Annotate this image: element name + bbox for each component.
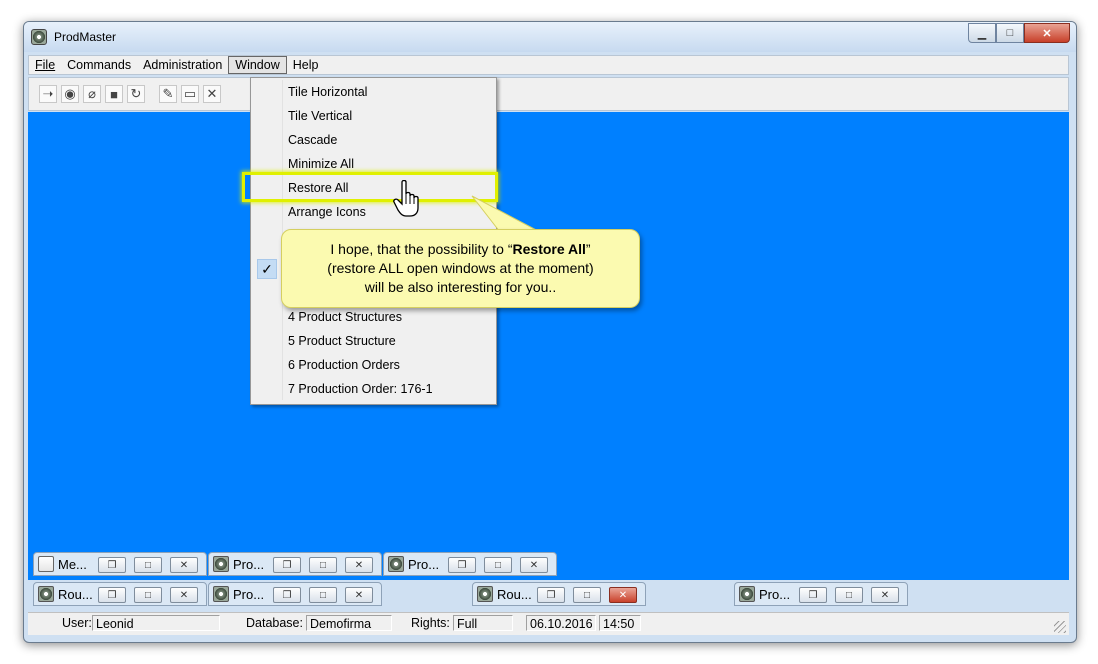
minimized-window-title: Pro...	[408, 557, 440, 572]
menu-item-arrange-icons[interactable]: Arrange Icons	[288, 205, 366, 219]
menu-item-cascade[interactable]: Cascade	[288, 133, 337, 147]
maximize-button[interactable]: □	[134, 557, 162, 573]
maximize-button[interactable]: □	[996, 23, 1024, 43]
close-button[interactable]: ✕	[170, 557, 198, 573]
caption-buttons: ▁ □ ✕	[968, 23, 1070, 43]
status-bar: User: Leonid Database: Demofirma Rights:…	[28, 612, 1069, 635]
menu-item-tile-vertical[interactable]: Tile Vertical	[288, 109, 352, 123]
maximize-button[interactable]: □	[309, 557, 337, 573]
close-button[interactable]: ✕	[1024, 23, 1070, 43]
status-date: 06.10.2016	[526, 615, 596, 631]
status-time: 14:50	[599, 615, 641, 631]
binoculars-icon[interactable]: ◉	[61, 85, 79, 103]
menu-help[interactable]: Help	[287, 56, 325, 74]
restore-button[interactable]: ❐	[98, 587, 126, 603]
menu-item-minimize-all[interactable]: Minimize All	[288, 157, 354, 171]
maximize-button[interactable]: □	[573, 587, 601, 603]
gear-app-icon[interactable]	[31, 29, 47, 45]
mdi-desktop	[28, 112, 1069, 580]
toolbar: ➝ ◉ ⌀ ■ ↻ ✎ ▭ ✕	[28, 77, 1069, 111]
gear-app-icon	[213, 586, 229, 602]
database-value: Demofirma	[306, 615, 392, 631]
user-value: Leonid	[92, 615, 220, 631]
maximize-button[interactable]: □	[309, 587, 337, 603]
gear-app-icon	[38, 586, 54, 602]
gear-app-icon	[739, 586, 755, 602]
restore-button[interactable]: ❐	[799, 587, 827, 603]
close-button[interactable]: ✕	[871, 587, 899, 603]
callout-line3: will be also interesting for you..	[364, 279, 557, 295]
resize-grip[interactable]	[1054, 621, 1066, 633]
minimized-window-pro-3[interactable]: Pro... ❐ □ ✕	[208, 582, 382, 606]
arrow-icon[interactable]: ➝	[39, 85, 57, 103]
window-title: ProdMaster	[54, 30, 117, 44]
minimized-window-me[interactable]: Me... ❐ □ ✕	[33, 552, 207, 576]
minimize-button[interactable]: ▁	[968, 23, 996, 43]
minimized-window-title: Me...	[58, 557, 87, 572]
minimized-window-pro-4[interactable]: Pro... ❐ □ ✕	[734, 582, 908, 606]
eraser-icon[interactable]: ⌀	[83, 85, 101, 103]
new-folder-icon[interactable]: ✎	[159, 85, 177, 103]
window-icon[interactable]: ▭	[181, 85, 199, 103]
minimized-window-title: Pro...	[233, 587, 265, 602]
menu-file[interactable]: File	[29, 56, 61, 74]
menu-item-window-7[interactable]: 7 Production Order: 176-1	[288, 382, 433, 396]
restore-button[interactable]: ❐	[448, 557, 476, 573]
menu-item-window-6[interactable]: 6 Production Orders	[288, 358, 400, 372]
gear-app-icon	[477, 586, 493, 602]
close-button[interactable]: ✕	[609, 587, 637, 603]
close-button[interactable]: ✕	[520, 557, 548, 573]
gear-app-icon	[213, 556, 229, 572]
menu-item-window-5[interactable]: 5 Product Structure	[288, 334, 396, 348]
title-bar[interactable]: ProdMaster ▁ □ ✕	[24, 22, 1076, 52]
restore-button[interactable]: ❐	[98, 557, 126, 573]
callout-line1-post: ”	[585, 241, 591, 257]
database-label: Database:	[246, 616, 303, 630]
menu-administration[interactable]: Administration	[137, 56, 228, 74]
menu-window[interactable]: Window	[228, 56, 287, 74]
stop-icon[interactable]: ■	[105, 85, 123, 103]
tooltip-callout: I hope, that the possibility to “Restore…	[281, 229, 640, 308]
menu-commands[interactable]: Commands	[61, 56, 137, 74]
gear-app-icon	[388, 556, 404, 572]
document-icon	[38, 556, 54, 572]
minimized-window-title: Pro...	[233, 557, 265, 572]
restore-button[interactable]: ❐	[273, 557, 301, 573]
minimized-window-title: Rou...	[58, 587, 93, 602]
menu-item-window-4[interactable]: 4 Product Structures	[288, 310, 402, 324]
rights-value: Full	[453, 615, 513, 631]
maximize-button[interactable]: □	[134, 587, 162, 603]
minimized-window-pro-1[interactable]: Pro... ❐ □ ✕	[208, 552, 382, 576]
maximize-button[interactable]: □	[484, 557, 512, 573]
callout-text: I hope, that the possibility to “Restore…	[282, 240, 639, 297]
menu-item-tile-horizontal[interactable]: Tile Horizontal	[288, 85, 367, 99]
rights-label: Rights:	[411, 616, 450, 630]
restore-button[interactable]: ❐	[537, 587, 565, 603]
refresh-icon[interactable]: ↻	[127, 85, 145, 103]
minimized-window-title: Rou...	[497, 587, 532, 602]
callout-line2: (restore ALL open windows at the moment)	[327, 260, 594, 276]
maximize-button[interactable]: □	[835, 587, 863, 603]
close-button[interactable]: ✕	[170, 587, 198, 603]
close-button[interactable]: ✕	[345, 557, 373, 573]
minimized-window-title: Pro...	[759, 587, 791, 602]
checkmark-icon: ✓	[257, 259, 277, 279]
minimized-window-rou-2[interactable]: Rou... ❐ □ ✕	[472, 582, 646, 606]
callout-line1-bold: Restore All	[512, 241, 586, 257]
restore-all-highlight	[242, 172, 498, 202]
minimized-window-pro-2[interactable]: Pro... ❐ □ ✕	[383, 552, 557, 576]
close-x-icon[interactable]: ✕	[203, 85, 221, 103]
close-button[interactable]: ✕	[345, 587, 373, 603]
menu-bar: File Commands Administration Window Help	[28, 55, 1069, 75]
callout-line1-pre: I hope, that the possibility to “	[330, 241, 513, 257]
user-label: User:	[62, 616, 92, 630]
restore-button[interactable]: ❐	[273, 587, 301, 603]
hand-cursor-icon	[393, 180, 419, 217]
minimized-window-rou-1[interactable]: Rou... ❐ □ ✕	[33, 582, 207, 606]
